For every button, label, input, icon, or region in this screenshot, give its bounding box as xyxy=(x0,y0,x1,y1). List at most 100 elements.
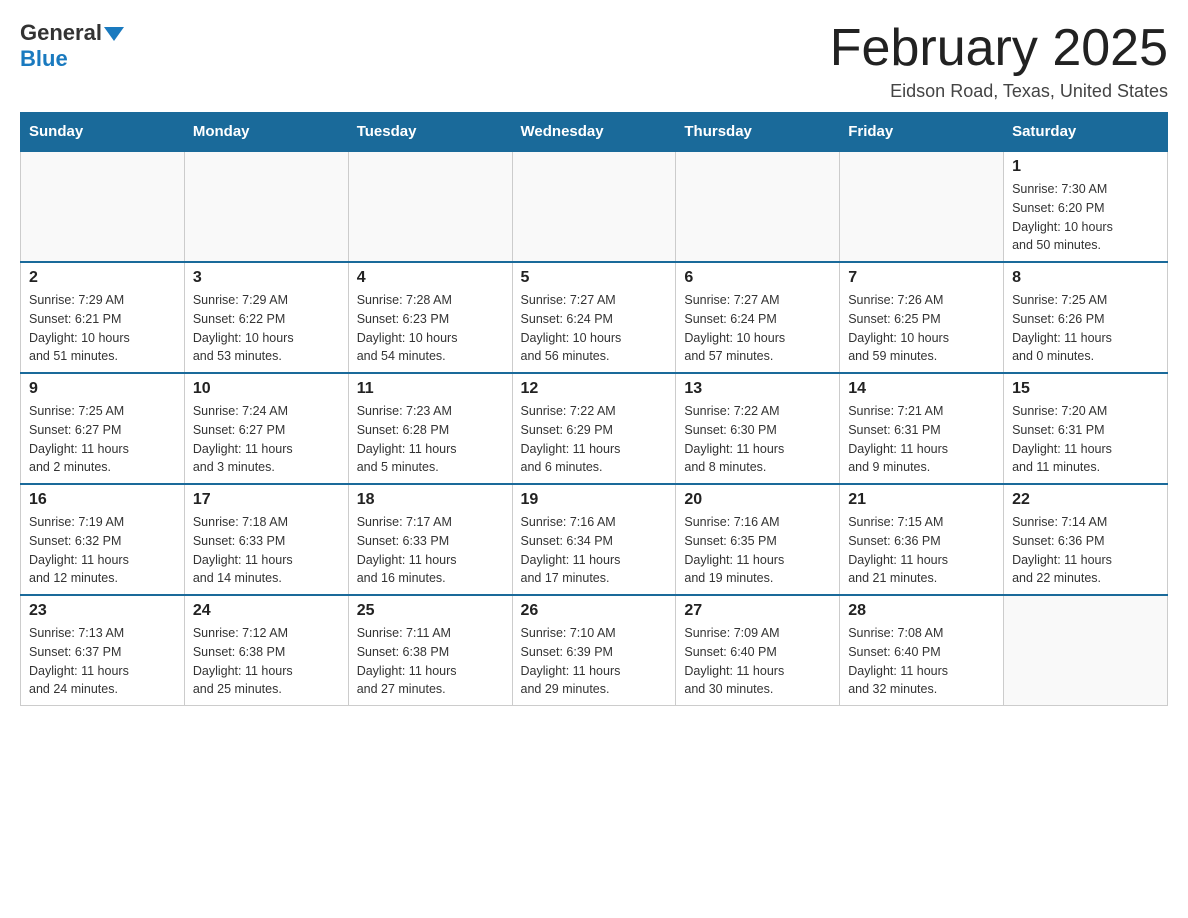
calendar-cell: 7 Sunrise: 7:26 AM Sunset: 6:25 PM Daylig… xyxy=(840,262,1004,373)
calendar-cell: 15 Sunrise: 7:20 AM Sunset: 6:31 PM Dayli… xyxy=(1004,373,1168,484)
day-number: 18 xyxy=(357,491,504,509)
day-info: Sunrise: 7:21 AM Sunset: 6:31 PM Dayligh… xyxy=(848,402,995,477)
calendar-cell: 3Sunrise: 7:29 AM Sunset: 6:22 PM Daylig… xyxy=(184,262,348,373)
week-row-1: 1 Sunrise: 7:30 AM Sunset: 6:20 PM Daylig… xyxy=(21,151,1168,262)
day-number: 1 xyxy=(1012,158,1159,176)
day-info: Sunrise: 7:30 AM Sunset: 6:20 PM Dayligh… xyxy=(1012,180,1159,255)
calendar-cell xyxy=(348,151,512,262)
calendar-title: February 2025 xyxy=(830,20,1168,77)
day-number: 9 xyxy=(29,380,176,398)
day-number: 27 xyxy=(684,602,831,620)
calendar-cell: 6 Sunrise: 7:27 AM Sunset: 6:24 PM Daylig… xyxy=(676,262,840,373)
day-info: Sunrise: 7:23 AM Sunset: 6:28 PM Dayligh… xyxy=(357,402,504,477)
logo-arrow-icon xyxy=(104,27,124,41)
weekday-header-monday: Monday xyxy=(184,113,348,152)
day-info: Sunrise: 7:09 AM Sunset: 6:40 PM Dayligh… xyxy=(684,624,831,699)
weekday-header-wednesday: Wednesday xyxy=(512,113,676,152)
day-number: 2 xyxy=(29,269,176,287)
day-info: Sunrise: 7:19 AM Sunset: 6:32 PM Dayligh… xyxy=(29,513,176,588)
calendar-cell xyxy=(676,151,840,262)
calendar-cell: 17 Sunrise: 7:18 AM Sunset: 6:33 PM Dayli… xyxy=(184,484,348,595)
day-number: 3 xyxy=(193,269,340,287)
day-info: Sunrise: 7:10 AM Sunset: 6:39 PM Dayligh… xyxy=(521,624,668,699)
day-info: Sunrise: 7:08 AM Sunset: 6:40 PM Dayligh… xyxy=(848,624,995,699)
calendar-cell: 16Sunrise: 7:19 AM Sunset: 6:32 PM Dayli… xyxy=(21,484,185,595)
page-header: General Blue February 2025 Eidson Road, … xyxy=(20,20,1168,102)
calendar-cell: 2Sunrise: 7:29 AM Sunset: 6:21 PM Daylig… xyxy=(21,262,185,373)
day-number: 24 xyxy=(193,602,340,620)
day-number: 28 xyxy=(848,602,995,620)
title-area: February 2025 Eidson Road, Texas, United… xyxy=(830,20,1168,102)
weekday-header-saturday: Saturday xyxy=(1004,113,1168,152)
calendar-cell: 26 Sunrise: 7:10 AM Sunset: 6:39 PM Dayli… xyxy=(512,595,676,706)
day-number: 26 xyxy=(521,602,668,620)
week-row-2: 2Sunrise: 7:29 AM Sunset: 6:21 PM Daylig… xyxy=(21,262,1168,373)
day-info: Sunrise: 7:12 AM Sunset: 6:38 PM Dayligh… xyxy=(193,624,340,699)
calendar-cell: 4 Sunrise: 7:28 AM Sunset: 6:23 PM Daylig… xyxy=(348,262,512,373)
day-info: Sunrise: 7:11 AM Sunset: 6:38 PM Dayligh… xyxy=(357,624,504,699)
day-number: 23 xyxy=(29,602,176,620)
calendar-cell: 21Sunrise: 7:15 AM Sunset: 6:36 PM Dayli… xyxy=(840,484,1004,595)
calendar-cell xyxy=(184,151,348,262)
day-number: 19 xyxy=(521,491,668,509)
day-info: Sunrise: 7:25 AM Sunset: 6:26 PM Dayligh… xyxy=(1012,291,1159,366)
logo: General Blue xyxy=(20,20,124,72)
calendar-cell xyxy=(840,151,1004,262)
day-number: 7 xyxy=(848,269,995,287)
weekday-header-tuesday: Tuesday xyxy=(348,113,512,152)
calendar-cell: 14 Sunrise: 7:21 AM Sunset: 6:31 PM Dayli… xyxy=(840,373,1004,484)
calendar-cell xyxy=(1004,595,1168,706)
day-number: 17 xyxy=(193,491,340,509)
day-number: 14 xyxy=(848,380,995,398)
logo-blue-text: Blue xyxy=(20,46,68,72)
day-info: Sunrise: 7:25 AM Sunset: 6:27 PM Dayligh… xyxy=(29,402,176,477)
calendar-cell xyxy=(21,151,185,262)
day-number: 12 xyxy=(521,380,668,398)
calendar-cell: 25Sunrise: 7:11 AM Sunset: 6:38 PM Dayli… xyxy=(348,595,512,706)
calendar-cell: 12Sunrise: 7:22 AM Sunset: 6:29 PM Dayli… xyxy=(512,373,676,484)
day-number: 4 xyxy=(357,269,504,287)
calendar-cell: 19 Sunrise: 7:16 AM Sunset: 6:34 PM Dayli… xyxy=(512,484,676,595)
day-number: 11 xyxy=(357,380,504,398)
day-number: 20 xyxy=(684,491,831,509)
day-info: Sunrise: 7:16 AM Sunset: 6:35 PM Dayligh… xyxy=(684,513,831,588)
calendar-cell: 27 Sunrise: 7:09 AM Sunset: 6:40 PM Dayli… xyxy=(676,595,840,706)
day-info: Sunrise: 7:24 AM Sunset: 6:27 PM Dayligh… xyxy=(193,402,340,477)
day-number: 15 xyxy=(1012,380,1159,398)
day-info: Sunrise: 7:18 AM Sunset: 6:33 PM Dayligh… xyxy=(193,513,340,588)
calendar-cell: 28 Sunrise: 7:08 AM Sunset: 6:40 PM Dayli… xyxy=(840,595,1004,706)
weekday-header-row: SundayMondayTuesdayWednesdayThursdayFrid… xyxy=(21,113,1168,152)
day-number: 13 xyxy=(684,380,831,398)
calendar-cell: 5 Sunrise: 7:27 AM Sunset: 6:24 PM Daylig… xyxy=(512,262,676,373)
day-number: 5 xyxy=(521,269,668,287)
day-number: 22 xyxy=(1012,491,1159,509)
calendar-cell: 9 Sunrise: 7:25 AM Sunset: 6:27 PM Daylig… xyxy=(21,373,185,484)
calendar-cell: 18 Sunrise: 7:17 AM Sunset: 6:33 PM Dayli… xyxy=(348,484,512,595)
calendar-cell: 22Sunrise: 7:14 AM Sunset: 6:36 PM Dayli… xyxy=(1004,484,1168,595)
weekday-header-thursday: Thursday xyxy=(676,113,840,152)
day-info: Sunrise: 7:20 AM Sunset: 6:31 PM Dayligh… xyxy=(1012,402,1159,477)
calendar-cell: 23 Sunrise: 7:13 AM Sunset: 6:37 PM Dayli… xyxy=(21,595,185,706)
week-row-3: 9 Sunrise: 7:25 AM Sunset: 6:27 PM Daylig… xyxy=(21,373,1168,484)
day-number: 6 xyxy=(684,269,831,287)
week-row-4: 16Sunrise: 7:19 AM Sunset: 6:32 PM Dayli… xyxy=(21,484,1168,595)
weekday-header-sunday: Sunday xyxy=(21,113,185,152)
day-info: Sunrise: 7:17 AM Sunset: 6:33 PM Dayligh… xyxy=(357,513,504,588)
day-info: Sunrise: 7:27 AM Sunset: 6:24 PM Dayligh… xyxy=(684,291,831,366)
day-info: Sunrise: 7:13 AM Sunset: 6:37 PM Dayligh… xyxy=(29,624,176,699)
day-info: Sunrise: 7:26 AM Sunset: 6:25 PM Dayligh… xyxy=(848,291,995,366)
calendar-cell: 1 Sunrise: 7:30 AM Sunset: 6:20 PM Daylig… xyxy=(1004,151,1168,262)
day-info: Sunrise: 7:28 AM Sunset: 6:23 PM Dayligh… xyxy=(357,291,504,366)
calendar-cell: 10Sunrise: 7:24 AM Sunset: 6:27 PM Dayli… xyxy=(184,373,348,484)
logo-general: General xyxy=(20,20,124,46)
calendar-cell: 13 Sunrise: 7:22 AM Sunset: 6:30 PM Dayli… xyxy=(676,373,840,484)
day-info: Sunrise: 7:16 AM Sunset: 6:34 PM Dayligh… xyxy=(521,513,668,588)
calendar-cell: 8Sunrise: 7:25 AM Sunset: 6:26 PM Daylig… xyxy=(1004,262,1168,373)
calendar-cell: 11 Sunrise: 7:23 AM Sunset: 6:28 PM Dayli… xyxy=(348,373,512,484)
calendar-subtitle: Eidson Road, Texas, United States xyxy=(830,81,1168,102)
day-info: Sunrise: 7:22 AM Sunset: 6:30 PM Dayligh… xyxy=(684,402,831,477)
day-info: Sunrise: 7:27 AM Sunset: 6:24 PM Dayligh… xyxy=(521,291,668,366)
calendar-table: SundayMondayTuesdayWednesdayThursdayFrid… xyxy=(20,112,1168,706)
calendar-cell: 20 Sunrise: 7:16 AM Sunset: 6:35 PM Dayli… xyxy=(676,484,840,595)
logo-general-text: General xyxy=(20,20,102,46)
